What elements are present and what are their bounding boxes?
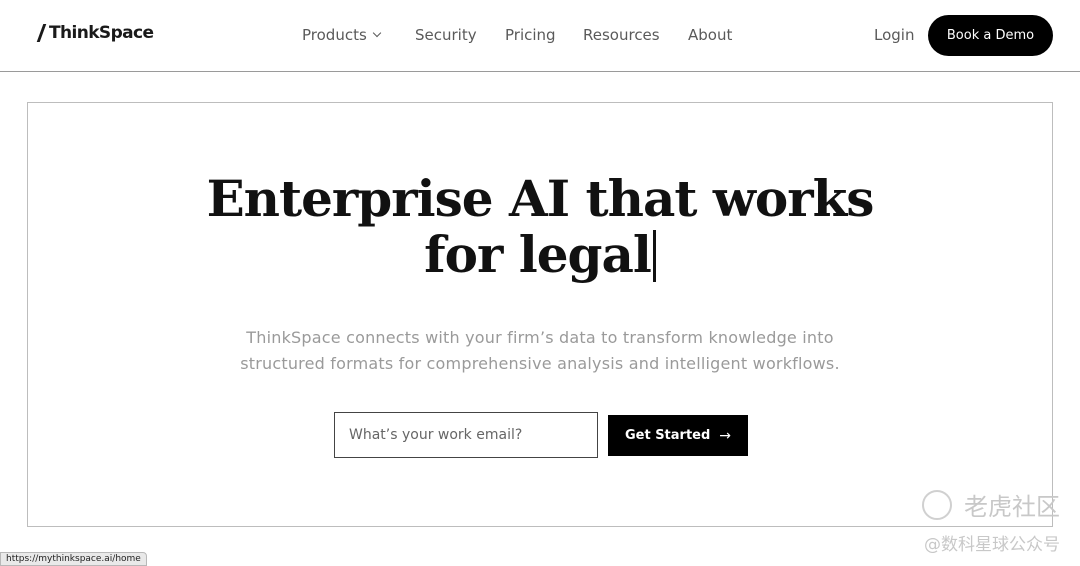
book-demo-button[interactable]: Book a Demo xyxy=(928,15,1053,56)
nav-resources-label: Resources xyxy=(583,26,660,44)
get-started-label: Get Started xyxy=(624,428,711,443)
nav-about-label: About xyxy=(688,26,733,44)
watermark-line-1: 老虎社区 xyxy=(964,493,1060,521)
site-header: ThinkSpace Products Security Pricing Res… xyxy=(0,0,1080,72)
arrow-right-icon: → xyxy=(719,427,732,444)
subtext-line-2: structured formats for comprehensive ana… xyxy=(240,354,840,373)
get-started-button[interactable]: Get Started → xyxy=(608,415,748,456)
chevron-down-icon xyxy=(372,28,382,38)
hero-headline: Enterprise AI that works for legal xyxy=(28,171,1052,283)
hero-subtext: ThinkSpace connects with your firm’s dat… xyxy=(28,325,1052,377)
logo-text: ThinkSpace xyxy=(49,23,154,43)
logo-slash-icon xyxy=(36,24,47,42)
nav-products-label: Products xyxy=(302,26,367,44)
nav-pricing-label: Pricing xyxy=(505,26,556,44)
thinkspace-logo[interactable]: ThinkSpace xyxy=(36,23,154,43)
nav-security[interactable]: Security xyxy=(415,26,477,44)
watermark-handle: @数科星球公众号 xyxy=(924,535,1060,555)
subtext-line-1: ThinkSpace connects with your firm’s dat… xyxy=(246,328,834,347)
nav-about[interactable]: About xyxy=(688,26,732,44)
watermark-brand: 老虎社区 xyxy=(922,487,1060,522)
headline-line-2: for legal xyxy=(28,227,1052,283)
nav-security-label: Security xyxy=(415,26,477,44)
headline-line-1: Enterprise AI that works xyxy=(206,169,875,228)
login-link[interactable]: Login xyxy=(874,26,914,44)
status-bar-url: https://mythinkspace.ai/home xyxy=(0,552,147,566)
typing-cursor xyxy=(652,230,656,282)
nav-products[interactable]: Products xyxy=(302,26,382,44)
watermark-logo-icon xyxy=(922,489,952,520)
work-email-input[interactable] xyxy=(334,412,598,458)
hero-card: Enterprise AI that works for legal Think… xyxy=(27,102,1053,527)
nav-pricing[interactable]: Pricing xyxy=(505,26,556,44)
nav-resources[interactable]: Resources xyxy=(583,26,660,44)
headline-line-2-text: for legal xyxy=(424,225,652,284)
